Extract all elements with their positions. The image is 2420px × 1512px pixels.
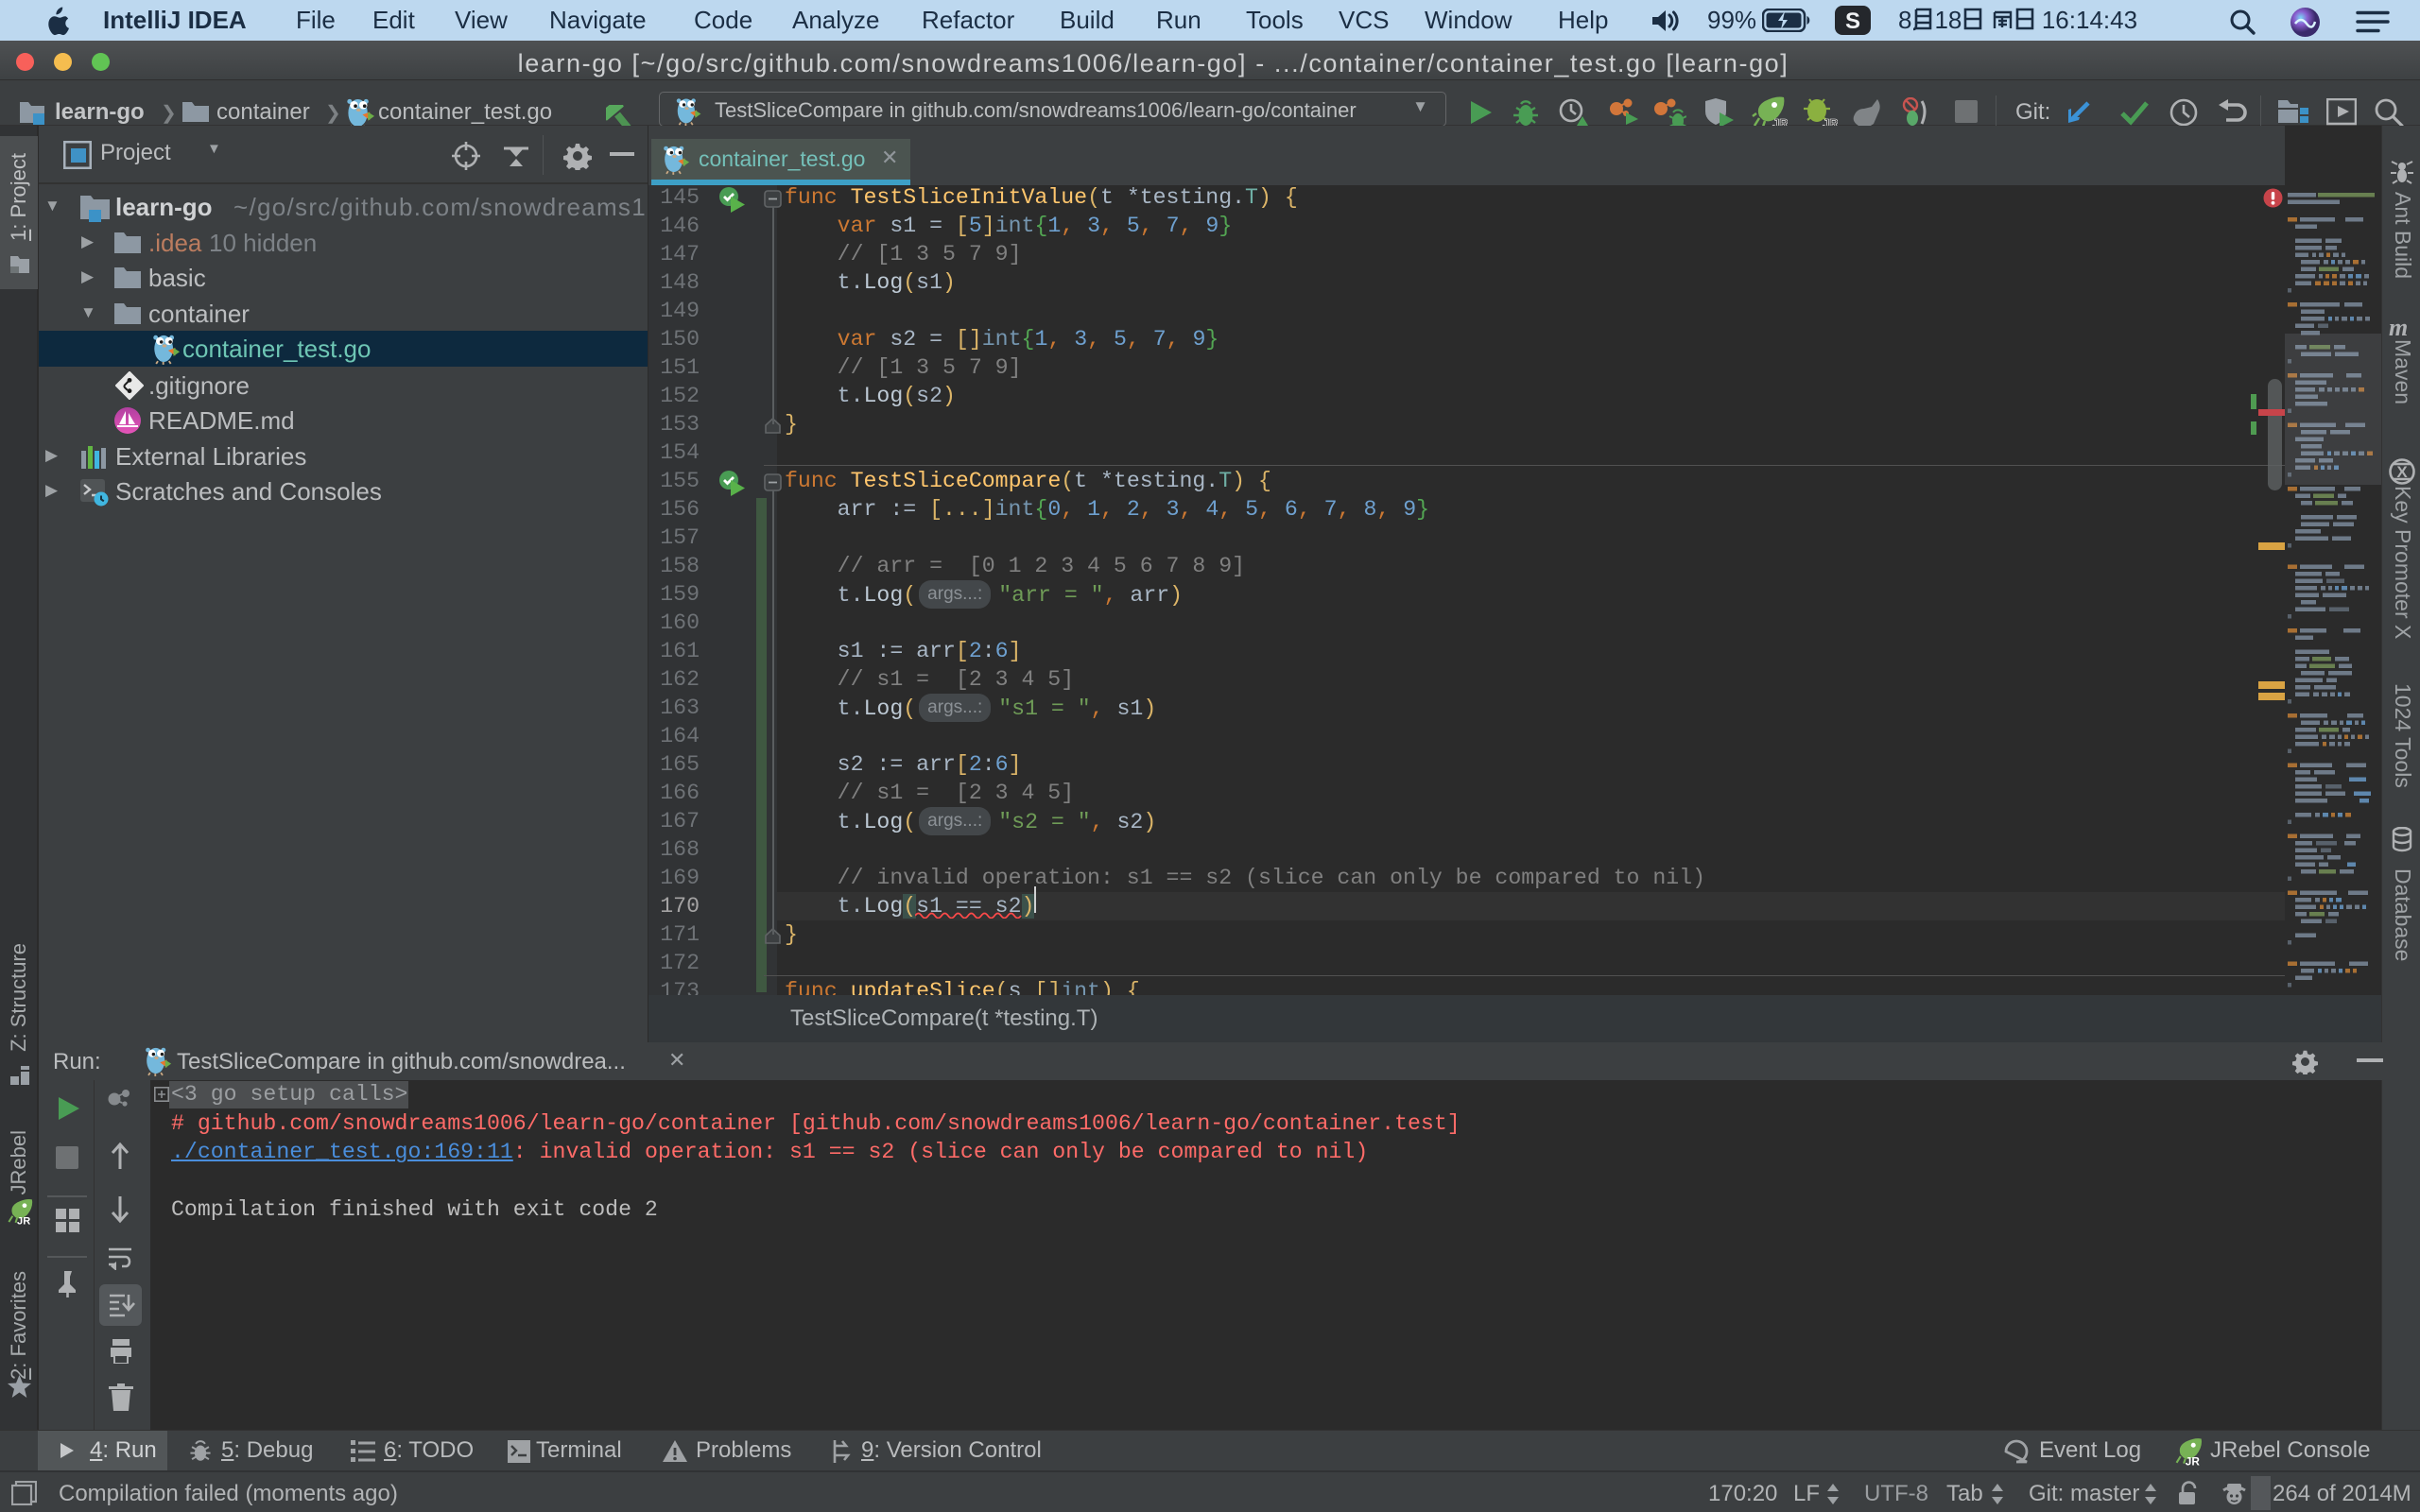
svg-text:JR: JR: [2186, 1455, 2201, 1467]
svg-text:m: m: [2389, 318, 2408, 338]
svg-text:S: S: [1845, 9, 1860, 34]
svg-text:JR: JR: [17, 1215, 30, 1226]
svg-text:X: X: [2396, 463, 2408, 481]
